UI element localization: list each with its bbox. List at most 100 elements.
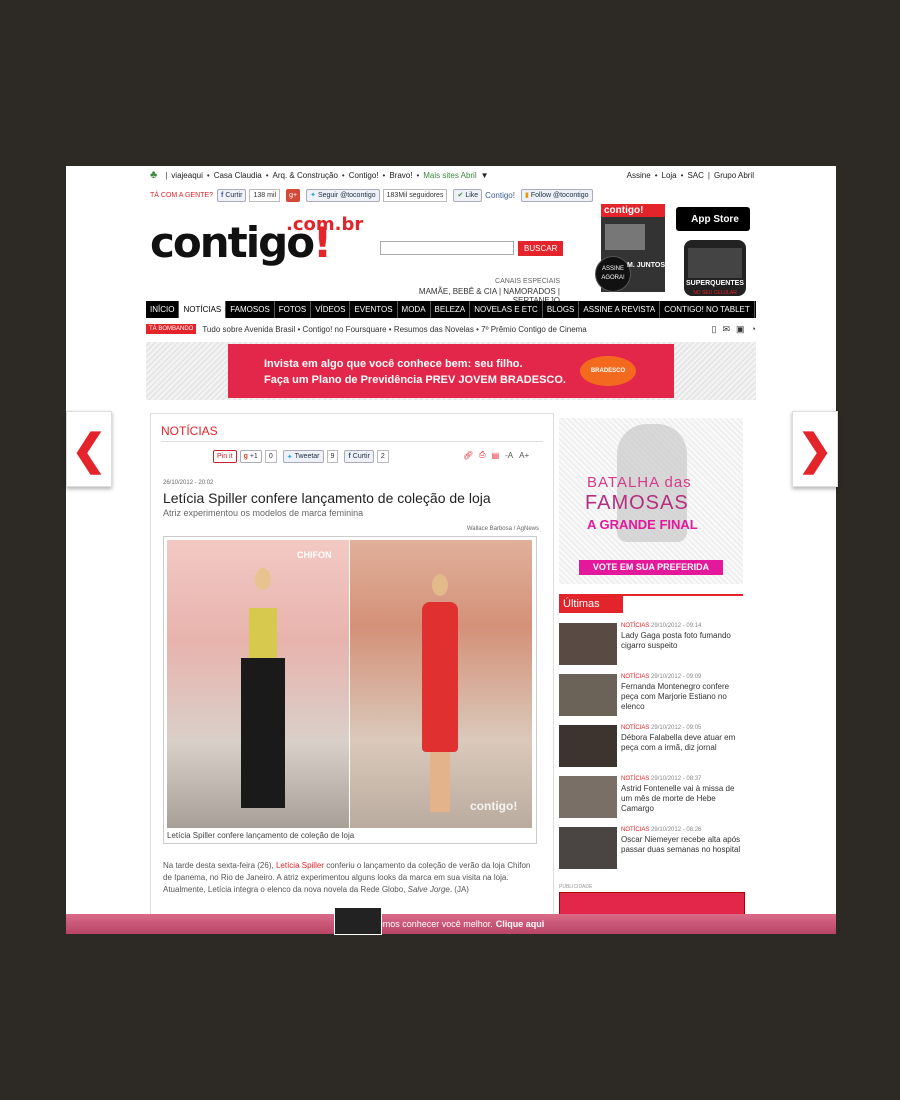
batalha-das-famosas-ad[interactable]: BATALHA das FAMOSAS A GRANDE FINAL VOTE … — [559, 418, 743, 584]
google-plus-one-button[interactable]: g +1 — [239, 450, 262, 463]
news-title[interactable]: Débora Falabella deve atuar em peça com … — [621, 733, 741, 753]
news-title[interactable]: Fernanda Montenegro confere peça com Mar… — [621, 682, 741, 712]
news-title[interactable]: Lady Gaga posta foto fumando cigarro sus… — [621, 631, 741, 651]
font-decrease-button[interactable]: -A — [505, 451, 513, 460]
sac-link[interactable]: SAC — [687, 171, 703, 180]
nav-item-6[interactable]: MODA — [398, 301, 431, 318]
contigo-logo[interactable]: contigo! .com.br — [150, 214, 363, 267]
nav-item-3[interactable]: FOTOS — [275, 301, 312, 318]
nav-item-7[interactable]: BELEZA — [431, 301, 471, 318]
nav-item-9[interactable]: BLOGS — [543, 301, 580, 318]
loja-link[interactable]: Loja — [662, 171, 677, 180]
ta-com-a-gente-label: TÁ COM A GENTE? — [150, 191, 214, 199]
tweet-count: 9 — [326, 450, 339, 463]
news-thumbnail[interactable] — [559, 776, 617, 818]
facebook-curtir-button[interactable]: f Curtir — [217, 188, 247, 202]
news-thumbnail[interactable] — [559, 827, 617, 869]
news-item[interactable]: NOTÍCIAS 29/10/2012 - 08:37 Astrid Fonten… — [559, 776, 743, 820]
news-item[interactable]: NOTÍCIAS 29/10/2012 - 09:05 Débora Falabe… — [559, 725, 743, 769]
site-link-bravo[interactable]: Bravo! — [389, 171, 412, 180]
twitter-follow-button[interactable]: ✦ Seguir @tocontigo — [306, 188, 380, 202]
nav-item-2[interactable]: FAMOSOS — [226, 301, 275, 318]
photo-right — [350, 540, 532, 828]
pinterest-button[interactable]: Pin it — [213, 450, 237, 463]
magazine-cover-image — [605, 224, 645, 250]
news-category[interactable]: NOTÍCIAS — [621, 725, 649, 731]
rss-icon[interactable]: ◔ — [751, 324, 756, 335]
news-thumbnail[interactable] — [559, 674, 617, 716]
magazine-headline: M. JUNTOS — [627, 262, 665, 269]
app-store-button[interactable]: App Store — [676, 207, 750, 231]
news-category[interactable]: NOTÍCIAS — [621, 674, 649, 680]
vote-button[interactable]: VOTE EM SUA PREFERIDA — [579, 560, 723, 575]
tablet-icon[interactable]: ▣ — [736, 324, 745, 335]
bradesco-banner-ad[interactable]: Invista em algo que você conhece bem: se… — [228, 344, 674, 398]
nav-item-4[interactable]: VÍDEOS — [311, 301, 351, 318]
tweet-button[interactable]: ✦ Tweetar — [282, 450, 324, 463]
follow-button[interactable]: ▮ Follow @tocontigo — [520, 188, 593, 202]
mobile-promo[interactable]: SUPERQUENTES NO SEU CELULAR — [684, 240, 746, 296]
news-category[interactable]: NOTÍCIAS — [621, 623, 649, 629]
ad-line-1: Invista em algo que você conhece bem: se… — [264, 358, 523, 370]
news-date: 29/10/2012 - 08:26 — [651, 827, 702, 833]
nav-item-8[interactable]: NOVELAS E ETC — [470, 301, 543, 318]
facebook-curtir-article-button[interactable]: f Curtir — [344, 450, 374, 463]
link-icon[interactable]: 🔗︎ — [463, 451, 473, 460]
assine-link[interactable]: Assine — [627, 171, 651, 180]
main-nav: INÍCIO NOTÍCIAS FAMOSOS FOTOS VÍDEOS EVENTOS M… — [146, 301, 756, 318]
contigo-profile-link[interactable]: Contigo! — [485, 191, 515, 200]
ta-bombando-links[interactable]: Tudo sobre Avenida Brasil • Contigo! no … — [202, 325, 586, 334]
curtir-label: Curtir — [225, 191, 243, 199]
news-category[interactable]: NOTÍCIAS — [621, 827, 649, 833]
nav-item-1[interactable]: NOTÍCIAS — [179, 301, 227, 318]
facebook-icon: f — [221, 191, 224, 199]
article-photo[interactable]: CHIFON contigo! Letícia Spiller confere … — [163, 536, 537, 844]
site-link-arq-construcao[interactable]: Arq. & Construção — [273, 171, 338, 180]
article-subtitle: Atriz experimentou os modelos de marca f… — [163, 508, 364, 518]
abril-tree-icon[interactable]: ♣ — [150, 169, 157, 181]
email-icon[interactable]: ✉ — [723, 324, 731, 335]
nav-item-10[interactable]: ASSINE A REVISTA — [579, 301, 661, 318]
search-button[interactable]: BUSCAR — [518, 241, 564, 256]
followers-count: 183Mil seguidores — [382, 188, 448, 202]
site-link-viajeaqui[interactable]: viajeaqui — [171, 171, 203, 180]
site-link-contigo[interactable]: Contigo! — [349, 171, 379, 180]
magazine-cover[interactable]: contigo! ASSINE AGORA! M. JUNTOS — [595, 204, 665, 292]
news-thumbnail[interactable] — [559, 725, 617, 767]
news-item[interactable]: NOTÍCIAS 29/10/2012 - 09:14 Lady Gaga pos… — [559, 623, 743, 667]
news-title[interactable]: Oscar Niemeyer recebe alta após passar d… — [621, 835, 741, 855]
mobile-icon[interactable]: ▯ — [712, 324, 717, 335]
assine-agora-badge[interactable]: ASSINE AGORA! — [595, 256, 631, 292]
document-icon[interactable]: ▤ — [492, 451, 500, 460]
font-increase-button[interactable]: A+ — [519, 451, 529, 460]
mobile-promo-title: SUPERQUENTES — [686, 280, 744, 287]
orkut-like-button[interactable]: ✔ Like — [453, 188, 483, 202]
curtir-count: 138 mil — [249, 188, 281, 202]
site-link-casa-claudia[interactable]: Casa Claudia — [214, 171, 262, 180]
top-right-links: Assine • Loja • SAC | Grupo Abril — [626, 170, 754, 180]
article-headline: Letícia Spiller confere lançamento de co… — [163, 490, 491, 506]
leticia-spiller-link[interactable]: Letícia Spiller — [276, 861, 324, 870]
print-icon[interactable]: ⎙ — [479, 450, 485, 460]
news-title[interactable]: Astrid Fontenelle vai à missa de um mês … — [621, 784, 741, 814]
google-plus-icon[interactable]: g+ — [286, 188, 301, 202]
search-input[interactable] — [380, 241, 514, 255]
app-store-label: App Store — [691, 213, 739, 225]
ultimas-title: Últimas — [559, 595, 623, 613]
chevron-down-icon[interactable]: ▼ — [481, 171, 489, 180]
news-item[interactable]: NOTÍCIAS 29/10/2012 - 09:09 Fernanda Mont… — [559, 674, 743, 718]
nav-item-5[interactable]: EVENTOS — [350, 301, 398, 318]
grupo-abril-link[interactable]: Grupo Abril — [714, 171, 754, 180]
nav-item-0[interactable]: INÍCIO — [146, 301, 180, 318]
news-item[interactable]: NOTÍCIAS 29/10/2012 - 08:26 Oscar Niemeye… — [559, 827, 743, 871]
news-thumbnail[interactable] — [559, 623, 617, 665]
mais-sites-dropdown[interactable]: Mais sites Abril — [423, 171, 476, 180]
feedback-link[interactable]: Clique aqui — [496, 919, 545, 929]
facebook-icon: f — [348, 453, 351, 460]
feedback-bar[interactable]: Queremos conhecer você melhor. Clique aq… — [66, 907, 836, 935]
nav-item-11[interactable]: CONTIGO! NO TABLET — [660, 301, 755, 318]
previous-arrow-button[interactable]: ❮ — [66, 411, 112, 487]
news-category[interactable]: NOTÍCIAS — [621, 776, 649, 782]
next-arrow-button[interactable]: ❯ — [792, 411, 838, 487]
page: ♣ | viajeaqui • Casa Claudia • Arq. & Co… — [66, 166, 836, 934]
